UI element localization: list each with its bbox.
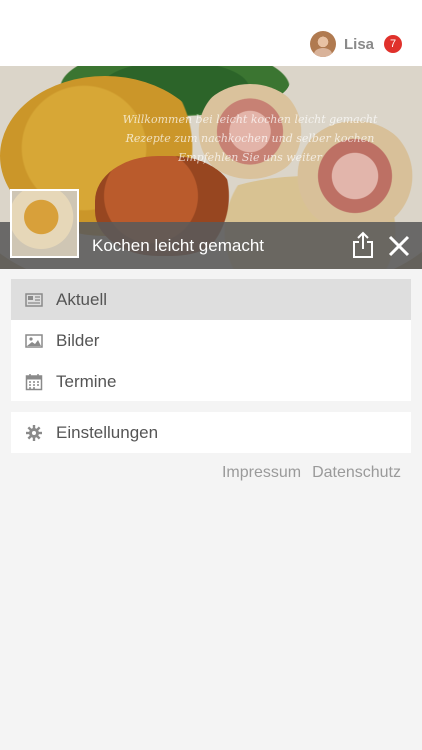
tagline-line: Empfehlen Sie uns weiter bbox=[178, 151, 322, 164]
calendar-icon bbox=[25, 374, 43, 391]
newspaper-icon bbox=[25, 293, 43, 307]
avatar[interactable] bbox=[309, 31, 336, 57]
page-thumbnail[interactable] bbox=[10, 189, 79, 258]
menu-item-bilder[interactable]: Bilder bbox=[11, 320, 411, 361]
notification-badge[interactable]: 7 bbox=[384, 35, 402, 53]
datenschutz-link[interactable]: Datenschutz bbox=[312, 464, 401, 482]
footer-links: Impressum Datenschutz bbox=[222, 464, 401, 482]
menu-label: Aktuell bbox=[56, 290, 108, 309]
menu-label: Termine bbox=[56, 372, 117, 391]
main-menu: Aktuell Bilder Termine bbox=[11, 279, 411, 401]
top-bar: Lisa 7 bbox=[0, 0, 422, 66]
user-profile[interactable]: Lisa 7 bbox=[309, 30, 402, 58]
gear-icon bbox=[26, 425, 42, 441]
menu-label: Bilder bbox=[56, 331, 100, 350]
share-icon[interactable] bbox=[351, 231, 375, 259]
menu-item-termine[interactable]: Termine bbox=[11, 361, 411, 402]
impressum-link[interactable]: Impressum bbox=[222, 464, 301, 482]
image-icon bbox=[25, 334, 43, 348]
page-title: Kochen leicht gemacht bbox=[92, 236, 264, 255]
settings-menu: Einstellungen bbox=[11, 412, 411, 453]
menu-item-aktuell[interactable]: Aktuell bbox=[11, 279, 411, 320]
tagline-line: Rezepte zum nachkochen und selber kochen bbox=[125, 132, 375, 145]
hero-tagline: Willkommen bei leicht kochen leicht gema… bbox=[120, 110, 380, 167]
close-icon[interactable] bbox=[386, 233, 412, 259]
menu-item-einstellungen[interactable]: Einstellungen bbox=[11, 412, 411, 453]
menu-label: Einstellungen bbox=[56, 423, 159, 442]
tagline-line: Willkommen bei leicht kochen leicht gema… bbox=[122, 113, 378, 126]
user-name[interactable]: Lisa bbox=[344, 36, 374, 53]
